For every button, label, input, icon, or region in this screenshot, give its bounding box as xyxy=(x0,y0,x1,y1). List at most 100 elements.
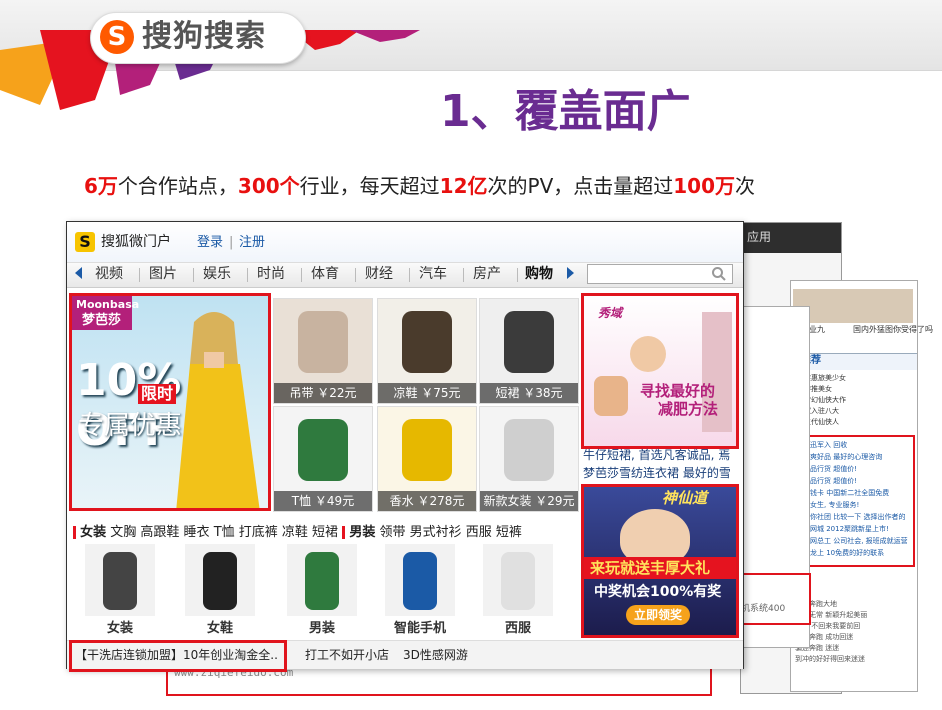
category-label[interactable]: 女鞋 xyxy=(175,620,265,638)
product-caption: 吊带 ￥22元 xyxy=(274,383,372,403)
hot-item[interactable]: 男女生, 专业服务! xyxy=(803,499,911,511)
system-red-box: 机系统400 xyxy=(739,573,811,625)
hot-item[interactable]: 酒网总工 公司社会, 报班成就运营 xyxy=(803,535,911,547)
category-figure xyxy=(203,552,237,610)
bg-tab-2: 国内外猛图你受得了吗 xyxy=(853,325,933,334)
misc-line: 骗迷奔跑 成功回迷 xyxy=(795,633,854,641)
register-link[interactable]: 注册 xyxy=(239,234,265,252)
nav-item[interactable]: 汽车 xyxy=(419,265,447,283)
sogou-logo-icon: S xyxy=(100,20,134,54)
ad-slogan: 专属优惠 xyxy=(78,411,183,441)
hot-item[interactable]: 骗钱卡 中国新二社全国免费 xyxy=(803,487,911,499)
footer-link-1[interactable]: 【干洗店连锁加盟】10年创业淘金全.. xyxy=(75,647,278,663)
weight-loss-ad[interactable]: 秀域 寻找最好的 减肥方法 xyxy=(581,293,739,449)
hot-item[interactable]: 正品行货 超值价! xyxy=(803,475,911,487)
category-figure xyxy=(403,552,437,610)
right-text-ad[interactable]: 牛仔短裙, 首选凡客诚品, 焉梦芭莎雪纺连衣裙 最好的雪 xyxy=(583,446,739,482)
category-figure xyxy=(305,552,339,610)
product-tile[interactable]: 短裙 ￥38元 xyxy=(479,298,579,404)
bg-line: 魅游推美女 xyxy=(797,385,832,393)
hot-item[interactable]: 竹网城 2012聚跳新星上市! xyxy=(803,523,911,535)
logo-text: 搜狗搜索 xyxy=(142,19,266,54)
nav-item[interactable]: 视频 xyxy=(95,265,123,283)
weight-loss-site: 秀域 xyxy=(598,306,623,320)
slide-title: 1、覆盖面广 xyxy=(440,86,691,137)
misc-line: 本美 xyxy=(795,577,911,588)
login-link[interactable]: 登录 xyxy=(197,234,223,252)
hot-item[interactable]: 骗你社团 比较一下 选择出作者的 xyxy=(803,511,911,523)
product-tile[interactable]: 凉鞋 ￥75元 xyxy=(377,298,477,404)
category-image[interactable] xyxy=(287,544,357,616)
hot-item[interactable]: 正品行货 超值价! xyxy=(803,463,911,475)
men-category[interactable]: 男装 xyxy=(349,525,375,540)
game-line2: 中奖机会100%有奖 xyxy=(594,584,722,600)
product-image xyxy=(298,419,348,481)
product-caption: 新款女装 ￥29元 xyxy=(480,491,578,511)
nav-item[interactable]: 图片 xyxy=(149,265,177,283)
link-separator: | xyxy=(229,235,234,250)
search-icon[interactable] xyxy=(711,266,727,282)
game-title: 神仙道 xyxy=(662,489,708,507)
category-label[interactable]: 男装 xyxy=(277,620,367,638)
sohu-logo-icon: S xyxy=(75,232,95,252)
product-image xyxy=(402,419,452,481)
men-links[interactable]: 领带 男式衬衫 西服 短裤 xyxy=(379,525,521,540)
system-text: 机系统400 xyxy=(741,604,786,614)
category-image[interactable] xyxy=(185,544,255,616)
hot-list: 遭迅军入 回收 心爽好品 最好的心理咨询 正品行货 超值价! 正品行货 超值价! 骗钱卡… xyxy=(803,439,911,559)
category-label[interactable]: 女装 xyxy=(75,620,165,638)
hot-item[interactable]: 心爽好品 最好的心理咨询 xyxy=(803,451,911,463)
stat-industries: 300个 xyxy=(237,174,300,198)
product-tile[interactable]: 新款女装 ￥29元 xyxy=(479,406,579,512)
person-body xyxy=(594,376,628,416)
stat-clicks: 100万 xyxy=(673,174,736,198)
product-caption: 香水 ￥278元 xyxy=(378,491,476,511)
nav-item[interactable]: 房产 xyxy=(473,265,501,283)
nav-item[interactable]: 娱乐 xyxy=(203,265,231,283)
bg-lines: 超实惠旅美少女 魅游推美女 超梦幻仙侠大作 玩家入驻八大 新生代仙侠人 xyxy=(797,373,913,428)
moonbasa-ad[interactable]: Moonbasa 梦芭莎 10% OFF 限时 专属优惠 xyxy=(69,293,271,511)
product-image xyxy=(402,311,452,373)
game-ad[interactable]: 神仙道 来玩就送丰厚大礼 中奖机会100%有奖 立即领奖 xyxy=(581,484,739,638)
nav-separator xyxy=(355,268,356,282)
category-label[interactable]: 智能手机 xyxy=(375,620,465,638)
brand-name-cn: 梦芭莎 xyxy=(82,313,122,328)
misc-line: 骗迷奔跑大地 xyxy=(795,600,837,608)
category-image[interactable] xyxy=(385,544,455,616)
category-image[interactable] xyxy=(483,544,553,616)
portal-window: S 搜狐微门户 登录 | 注册 视频 图片 娱乐 时尚 体育 财经 汽车 房产 购物 Moonb… xyxy=(66,221,744,672)
nav-right-arrow-icon[interactable] xyxy=(567,267,574,279)
game-line1: 来玩就送丰厚大礼 xyxy=(590,559,711,577)
hot-item[interactable]: 遭迅军入 回收 xyxy=(803,439,911,451)
product-tile[interactable]: 吊带 ￥22元 xyxy=(273,298,373,404)
hot-item[interactable]: 盘龙上 10免费的好的联系 xyxy=(803,547,911,559)
nav-item[interactable]: 体育 xyxy=(311,265,339,283)
product-tile[interactable]: 香水 ￥278元 xyxy=(377,406,477,512)
misc-line: 到冲的好好得回来迷迷 xyxy=(795,655,865,663)
footer-link-2[interactable]: 打工不如开小店 xyxy=(305,647,389,663)
category-image[interactable] xyxy=(85,544,155,616)
stat-sites: 6万 xyxy=(84,174,118,198)
claim-prize-button[interactable]: 立即领奖 xyxy=(626,605,690,625)
product-image xyxy=(298,311,348,373)
category-label[interactable]: 西服 xyxy=(473,620,563,638)
nav-separator xyxy=(409,268,410,282)
brand-name: Moonbasa xyxy=(76,298,140,311)
nav-separator xyxy=(517,268,518,282)
product-image xyxy=(504,419,554,481)
category-figure xyxy=(501,552,535,610)
product-tile[interactable]: T恤 ￥49元 xyxy=(273,406,373,512)
nav-item[interactable]: 购物 xyxy=(525,265,553,283)
bg-line: 新生代仙侠人 xyxy=(797,418,839,426)
footer-link-3[interactable]: 3D性感网游 xyxy=(403,647,468,663)
women-links[interactable]: 文胸 高跟鞋 睡衣 T恤 打底裤 凉鞋 短裙 xyxy=(110,525,338,540)
nav-item[interactable]: 时尚 xyxy=(257,265,285,283)
nav-separator xyxy=(301,268,302,282)
product-image xyxy=(504,311,554,373)
background-screenshot-3: 机系统400 xyxy=(739,306,811,648)
nav-left-arrow-icon[interactable] xyxy=(75,267,82,279)
nav-item[interactable]: 财经 xyxy=(365,265,393,283)
misc-line: 仕主 不回来我要前回 xyxy=(795,622,861,630)
women-category[interactable]: 女装 xyxy=(80,525,106,540)
image-strip xyxy=(793,289,913,323)
